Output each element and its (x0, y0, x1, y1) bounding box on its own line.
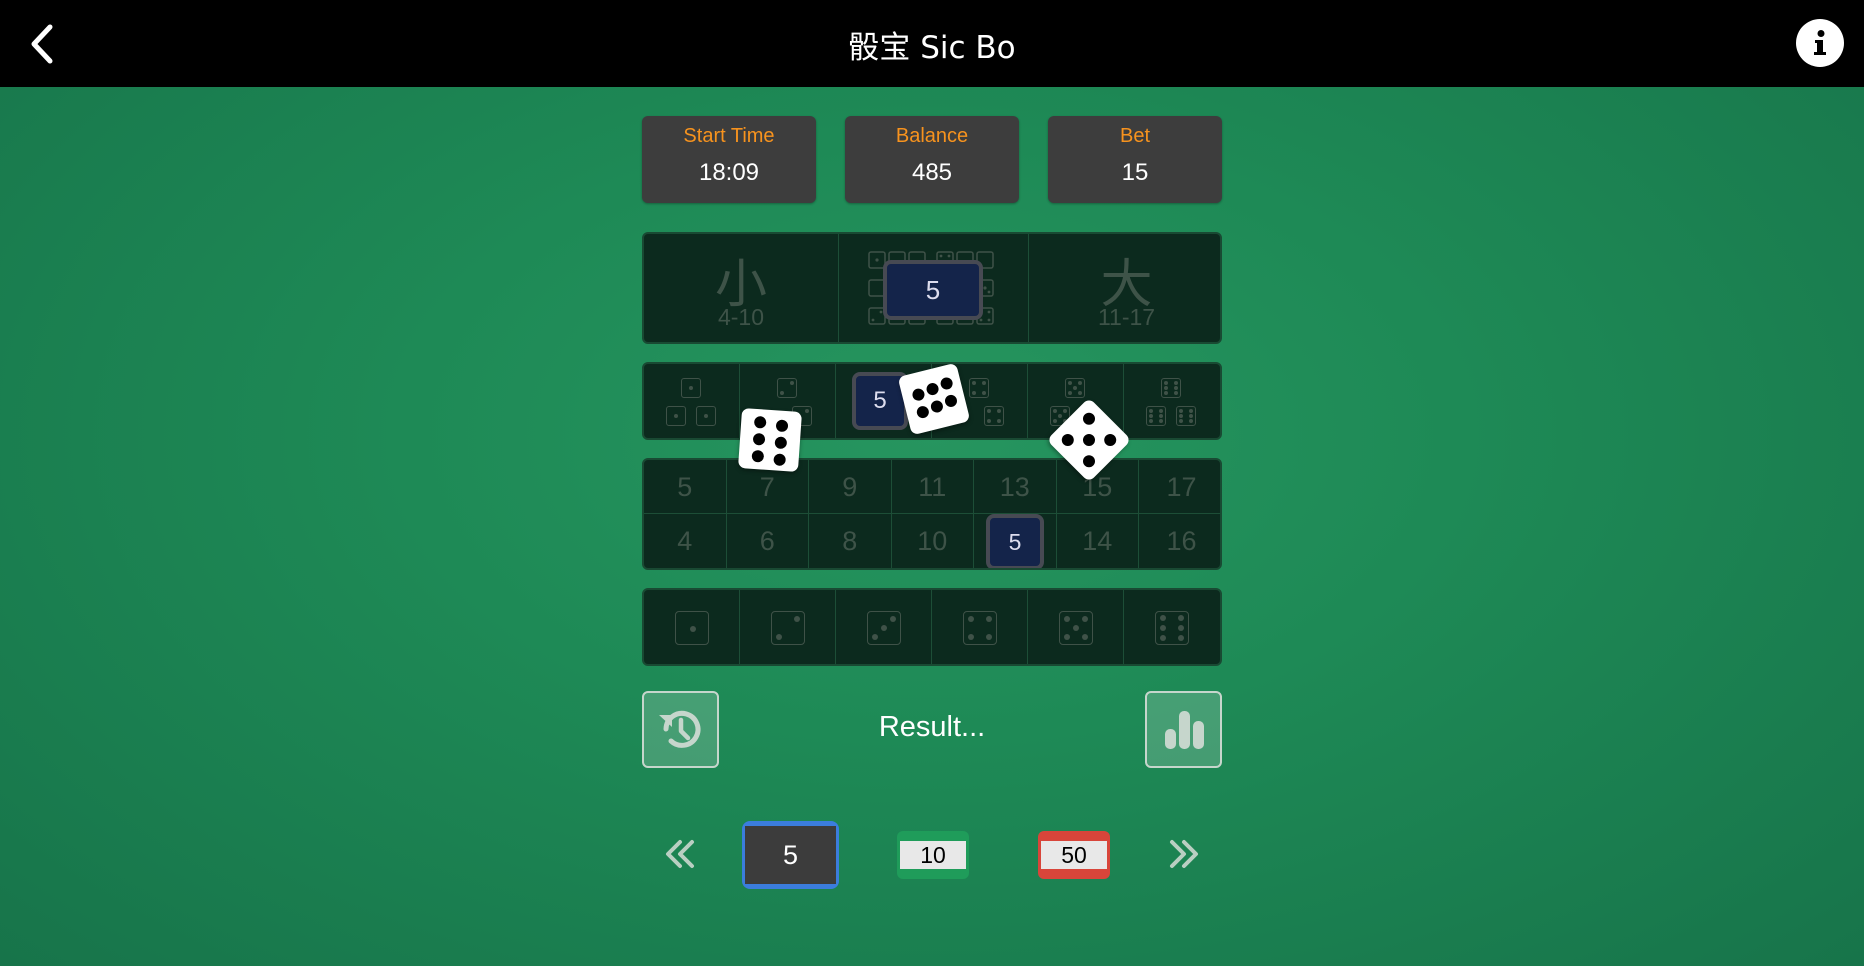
sum-cell[interactable]: 4 (644, 514, 727, 568)
top-bar: 骰宝 Sic Bo (0, 0, 1864, 87)
sums-grid: 5 7 9 11 13 15 17 4 6 8 10 5 14 16 (642, 458, 1222, 570)
bet-label: Bet (1119, 125, 1151, 147)
bet-single-5[interactable] (1028, 590, 1124, 664)
big-small-row: 小 4-10 5 大 11-17 (642, 232, 1222, 344)
bet-single-2[interactable] (740, 590, 836, 664)
chip-50-label: 50 (1041, 841, 1107, 869)
bet-small[interactable]: 小 4-10 (644, 234, 839, 342)
chip-5-label: 5 (745, 826, 836, 884)
double-chevron-right-icon (1170, 840, 1198, 868)
sum-cell-twelve[interactable]: 5 (974, 514, 1057, 568)
sum-cell[interactable]: 11 (891, 460, 974, 514)
page-title: 骰宝 Sic Bo (848, 30, 1016, 66)
sum-cell[interactable]: 14 (1057, 514, 1139, 568)
chip-prev-button[interactable] (660, 834, 700, 874)
bet-box: Bet 15 (1048, 116, 1222, 203)
sum-cell[interactable]: 9 (809, 460, 892, 514)
singles-row (642, 588, 1222, 666)
start-time-label: Start Time (683, 125, 775, 147)
sum-cell[interactable]: 8 (809, 514, 892, 568)
balance-box: Balance 485 (845, 116, 1019, 203)
balance-label: Balance (895, 125, 969, 147)
bet-triples[interactable]: 5 (839, 234, 1029, 342)
chip-10-label: 10 (900, 841, 966, 869)
info-button[interactable] (1796, 19, 1844, 67)
sum-cell[interactable]: 6 (727, 514, 809, 568)
info-icon (1814, 30, 1826, 55)
stats-button[interactable] (1145, 691, 1222, 768)
double-chevron-left-icon (666, 840, 694, 868)
sum-cell[interactable]: 5 (644, 460, 727, 514)
placed-chip-any-triple: 5 (883, 260, 983, 320)
bet-single-3[interactable] (836, 590, 932, 664)
bet-big[interactable]: 大 11-17 (1029, 234, 1220, 342)
chip-10[interactable]: 10 (897, 831, 969, 879)
bet-single-4[interactable] (932, 590, 1028, 664)
bar-chart-icon (1164, 710, 1204, 749)
bet-single-6[interactable] (1124, 590, 1220, 664)
bet-double-6[interactable] (1124, 364, 1220, 438)
balance-value: 485 (911, 159, 953, 186)
sum-cell[interactable]: 16 (1139, 514, 1220, 568)
start-time-value: 18:09 (698, 159, 760, 186)
big-range: 11-17 (1097, 304, 1156, 330)
start-time-box: Start Time 18:09 (642, 116, 816, 203)
bet-double-1[interactable] (644, 364, 740, 438)
chip-5-selected[interactable]: 5 (742, 821, 839, 889)
small-range: 4-10 (717, 304, 765, 330)
placed-chip-sum-twelve: 5 (986, 514, 1044, 568)
sum-cell[interactable]: 10 (892, 514, 974, 568)
chip-next-button[interactable] (1164, 834, 1204, 874)
sum-cell[interactable]: 13 (974, 460, 1057, 514)
result-text: Result... (878, 711, 986, 743)
bet-value: 15 (1121, 159, 1149, 186)
chip-50[interactable]: 50 (1038, 831, 1110, 879)
bet-single-1[interactable] (644, 590, 740, 664)
sum-cell[interactable]: 17 (1139, 460, 1220, 514)
thrown-die-1 (737, 407, 803, 473)
